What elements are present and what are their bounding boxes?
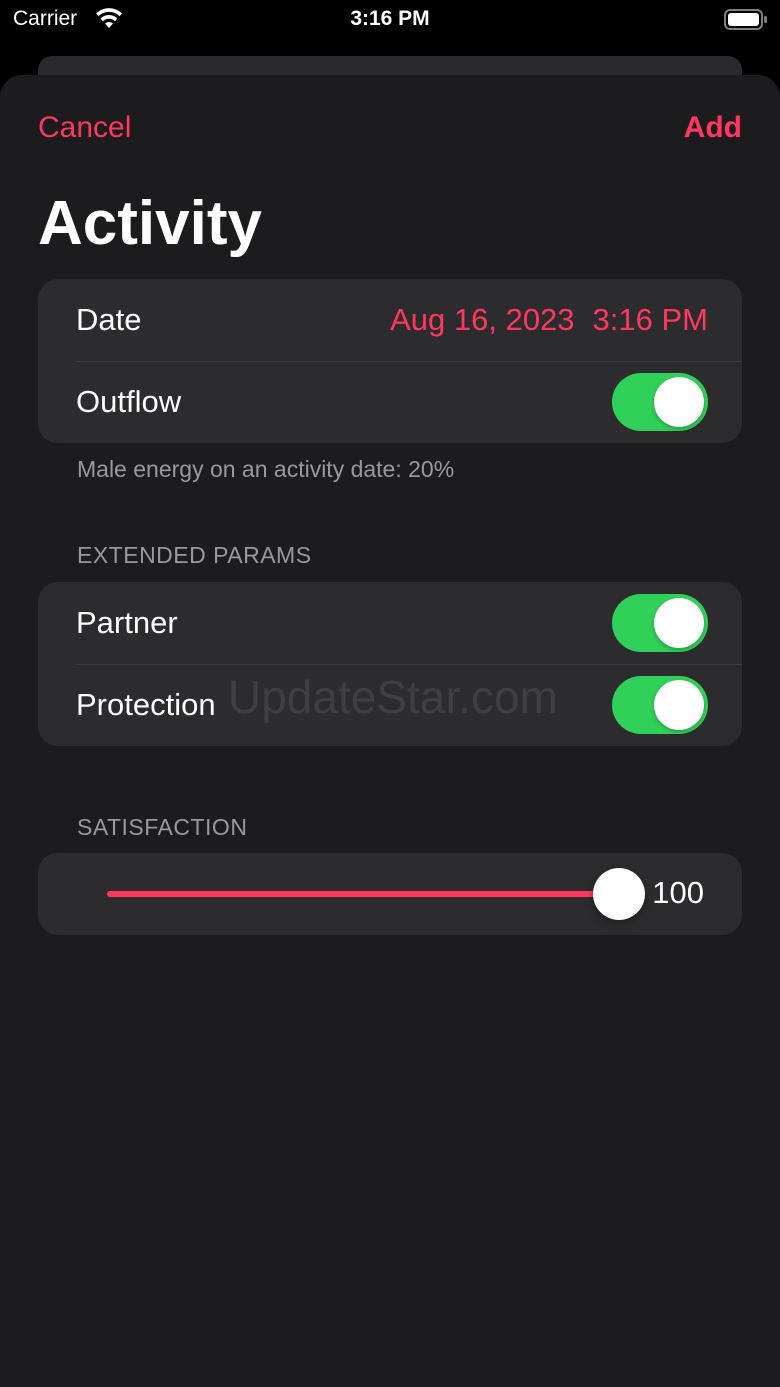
outflow-row: Outflow xyxy=(38,361,742,443)
energy-footnote: Male energy on an activity date: 20% xyxy=(77,456,455,482)
toggle-knob xyxy=(654,377,704,427)
toggle-knob xyxy=(654,598,704,648)
cancel-button[interactable]: Cancel xyxy=(38,111,131,145)
toggle-knob xyxy=(654,680,704,730)
satisfaction-value: 100 xyxy=(652,875,704,910)
status-bar: Carrier 3:16 PM xyxy=(0,0,780,40)
clock: 3:16 PM xyxy=(350,7,430,30)
date-label: Date xyxy=(76,302,142,337)
add-button[interactable]: Add xyxy=(684,111,742,145)
main-settings-group: Date Aug 16, 2023 3:16 PM Outflow xyxy=(38,279,742,443)
partner-toggle[interactable] xyxy=(612,594,708,652)
protection-row: Protection xyxy=(38,664,742,746)
date-row[interactable]: Date Aug 16, 2023 3:16 PM xyxy=(38,279,742,361)
satisfaction-slider-row: 100 xyxy=(38,853,742,935)
extended-params-header: EXTENDED PARAMS xyxy=(77,542,312,568)
outflow-toggle[interactable] xyxy=(612,373,708,431)
extended-params-group: Partner Protection xyxy=(38,582,742,746)
slider-fill xyxy=(107,891,607,897)
partner-label: Partner xyxy=(76,605,178,640)
battery-icon xyxy=(724,9,767,30)
satisfaction-group: 100 xyxy=(38,853,742,935)
satisfaction-slider[interactable] xyxy=(107,891,607,897)
satisfaction-header: SATISFACTION xyxy=(77,814,248,840)
slider-thumb[interactable] xyxy=(593,868,645,920)
protection-toggle[interactable] xyxy=(612,676,708,734)
date-value[interactable]: Aug 16, 2023 xyxy=(390,302,574,338)
page-title: Activity xyxy=(38,189,262,258)
partner-row: Partner xyxy=(38,582,742,664)
time-value[interactable]: 3:16 PM xyxy=(593,302,708,338)
protection-label: Protection xyxy=(76,687,216,722)
outflow-label: Outflow xyxy=(76,384,182,419)
